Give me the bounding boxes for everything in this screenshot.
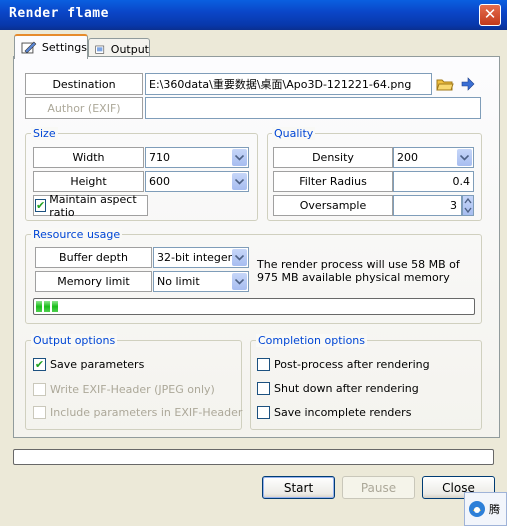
window-title: Render flame xyxy=(9,6,109,21)
write-exif-check[interactable] xyxy=(33,383,46,396)
quality-group-title: Quality xyxy=(272,127,316,140)
output-icon xyxy=(95,45,105,54)
width-label: Width xyxy=(33,147,144,168)
memory-limit-combo[interactable]: No limit xyxy=(153,271,249,292)
maintain-aspect-check[interactable]: ✔ xyxy=(35,199,47,212)
qq-icon xyxy=(469,501,485,517)
shutdown-checkbox[interactable]: Shut down after rendering xyxy=(257,382,419,395)
save-parameters-checkbox[interactable]: ✔ Save parameters xyxy=(33,358,144,371)
buffer-depth-value: 32-bit integer xyxy=(157,251,233,264)
arrow-right-icon xyxy=(461,77,475,91)
memory-info-text: The render process will use 58 MB of 975… xyxy=(257,258,460,284)
browse-folder-button[interactable] xyxy=(436,75,454,93)
oversample-input[interactable]: 3 xyxy=(393,195,462,216)
save-incomplete-check[interactable] xyxy=(257,406,270,419)
filter-radius-input[interactable]: 0.4 xyxy=(393,171,474,192)
size-group-title: Size xyxy=(31,127,58,140)
density-value: 200 xyxy=(397,151,418,164)
oversample-spinner[interactable] xyxy=(462,195,474,216)
post-process-check[interactable] xyxy=(257,358,270,371)
post-process-checkbox[interactable]: Post-process after rendering xyxy=(257,358,430,371)
resource-group-title: Resource usage xyxy=(31,228,123,241)
save-incomplete-label: Save incomplete renders xyxy=(274,406,412,419)
maintain-aspect-label: Maintain aspect ratio xyxy=(49,192,137,219)
shutdown-check[interactable] xyxy=(257,382,270,395)
chevron-down-icon[interactable] xyxy=(232,249,247,266)
destination-input[interactable]: E:\360data\重要数据\桌面\Apo3D-121221-64.png xyxy=(145,73,432,95)
taskbar-text: 腾 xyxy=(489,503,500,516)
completion-options-title: Completion options xyxy=(256,334,368,347)
close-window-button[interactable]: ✕ xyxy=(479,4,501,26)
chevron-down-icon[interactable] xyxy=(232,173,247,190)
render-progress-bar xyxy=(13,449,494,465)
start-button[interactable]: Start xyxy=(262,476,335,499)
memory-usage-fill xyxy=(36,301,472,312)
width-value: 710 xyxy=(149,151,170,164)
taskbar-popup[interactable]: 腾 xyxy=(464,492,507,526)
post-process-label: Post-process after rendering xyxy=(274,358,430,371)
write-exif-label: Write EXIF-Header (JPEG only) xyxy=(50,383,215,396)
filter-radius-label: Filter Radius xyxy=(273,171,393,192)
settings-icon xyxy=(21,41,37,53)
density-combo[interactable]: 200 xyxy=(393,147,474,168)
memory-limit-value: No limit xyxy=(157,275,200,288)
write-exif-checkbox[interactable]: Write EXIF-Header (JPEG only) xyxy=(33,383,215,396)
save-parameters-check[interactable]: ✔ xyxy=(33,358,46,371)
memory-usage-segment xyxy=(52,301,58,312)
height-value: 600 xyxy=(149,175,170,188)
output-options-title: Output options xyxy=(31,334,118,347)
include-params-exif-check[interactable] xyxy=(33,406,46,419)
memory-usage-segment xyxy=(44,301,50,312)
tab-output-label: Output xyxy=(110,43,149,56)
memory-usage-segment xyxy=(36,301,42,312)
pause-button[interactable]: Pause xyxy=(342,476,415,499)
tab-settings-label: Settings xyxy=(41,41,87,54)
save-parameters-label: Save parameters xyxy=(50,358,145,371)
buffer-depth-label: Buffer depth xyxy=(35,247,152,268)
include-params-exif-checkbox[interactable]: Include parameters in EXIF-Header xyxy=(33,406,242,419)
close-icon: ✕ xyxy=(483,5,497,23)
maintain-aspect-checkbox[interactable]: ✔ Maintain aspect ratio xyxy=(33,192,148,219)
author-input[interactable] xyxy=(145,97,481,119)
tab-settings[interactable]: Settings xyxy=(14,34,88,59)
memory-usage-bar xyxy=(33,298,475,315)
width-combo[interactable]: 710 xyxy=(145,147,249,168)
open-destination-button[interactable] xyxy=(460,76,476,92)
density-label: Density xyxy=(273,147,393,168)
folder-icon xyxy=(436,79,454,91)
save-incomplete-checkbox[interactable]: Save incomplete renders xyxy=(257,406,411,419)
chevron-down-icon[interactable] xyxy=(232,273,247,290)
height-label: Height xyxy=(33,171,144,192)
destination-label: Destination xyxy=(25,73,143,95)
height-combo[interactable]: 600 xyxy=(145,171,249,192)
shutdown-label: Shut down after rendering xyxy=(274,382,419,395)
buffer-depth-combo[interactable]: 32-bit integer xyxy=(153,247,249,268)
oversample-label: Oversample xyxy=(273,195,393,216)
include-params-exif-label: Include parameters in EXIF-Header xyxy=(50,406,243,419)
chevron-down-icon[interactable] xyxy=(457,149,472,166)
memory-limit-label: Memory limit xyxy=(35,271,152,292)
chevron-down-icon[interactable] xyxy=(232,149,247,166)
author-label: Author (EXIF) xyxy=(25,97,143,119)
